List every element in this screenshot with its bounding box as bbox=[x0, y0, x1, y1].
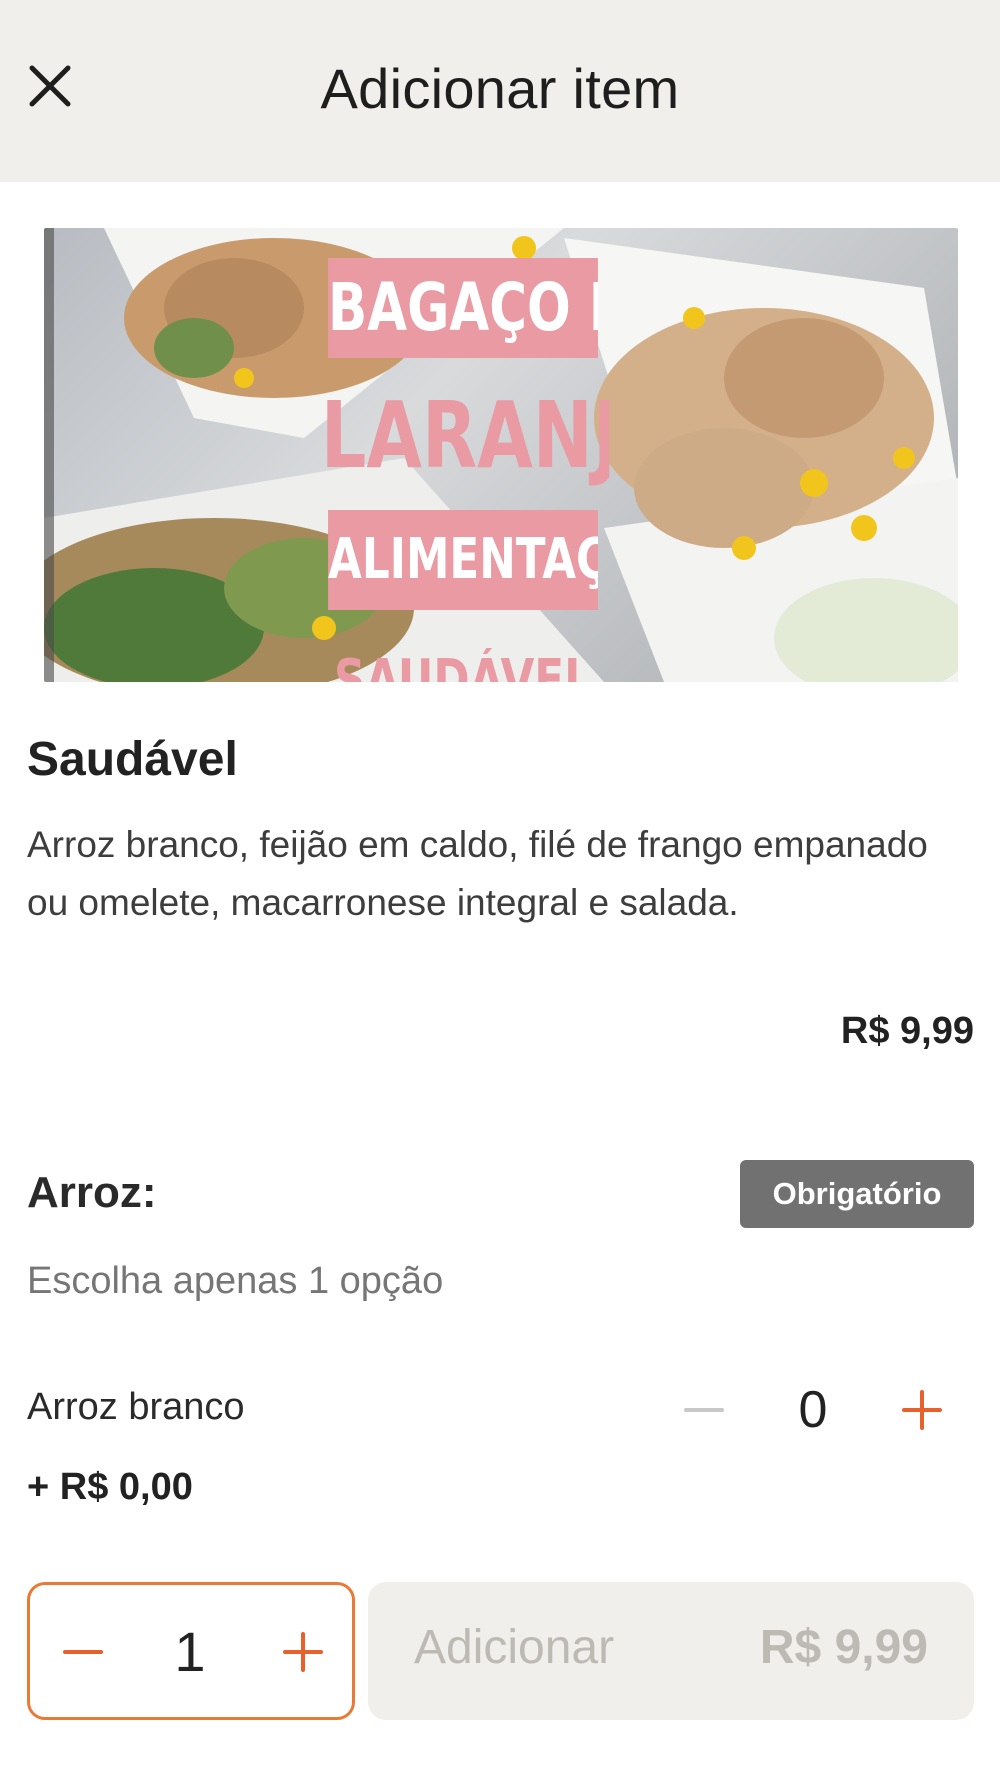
banner-text: LARANJA bbox=[320, 382, 610, 489]
quantity-value: 1 bbox=[174, 1620, 206, 1683]
quantity-increment-button[interactable] bbox=[274, 1623, 332, 1681]
option-decrement-button[interactable] bbox=[676, 1382, 732, 1438]
plus-icon bbox=[902, 1390, 942, 1430]
banner-text: SAUDÁVEL bbox=[334, 648, 592, 682]
banner-text: BAGAÇO DA bbox=[328, 258, 598, 358]
banner-text: ALIMENTAÇÃO bbox=[328, 510, 598, 610]
quantity-stepper: 1 bbox=[27, 1582, 355, 1720]
minus-icon bbox=[684, 1408, 724, 1412]
option-price: + R$ 0,00 bbox=[27, 1466, 193, 1508]
required-badge: Obrigatório bbox=[740, 1160, 974, 1228]
item-photo: BAGAÇO DA LARANJA ALIMENTAÇÃO SAUDÁVEL bbox=[44, 228, 958, 682]
option-name: Arroz branco bbox=[27, 1386, 245, 1428]
option-group-title: Arroz: bbox=[27, 1168, 157, 1217]
option-increment-button[interactable] bbox=[894, 1382, 950, 1438]
item-price: R$ 9,99 bbox=[840, 1010, 974, 1052]
add-button-label: Adicionar bbox=[414, 1621, 615, 1674]
option-quantity: 0 bbox=[798, 1381, 828, 1439]
add-to-cart-button[interactable]: Adicionar R$ 9,99 bbox=[368, 1582, 974, 1720]
add-button-price: R$ 9,99 bbox=[759, 1621, 928, 1674]
minus-icon bbox=[63, 1650, 103, 1654]
page-title: Adicionar item bbox=[320, 57, 680, 120]
option-group-hint: Escolha apenas 1 opção bbox=[27, 1260, 444, 1302]
item-description: Arroz branco, feijão em caldo, filé de f… bbox=[27, 824, 928, 923]
header-bar: Adicionar item bbox=[0, 0, 1000, 182]
quantity-decrement-button[interactable] bbox=[54, 1623, 112, 1681]
item-name: Saudável bbox=[27, 733, 238, 786]
plus-icon bbox=[283, 1632, 323, 1672]
